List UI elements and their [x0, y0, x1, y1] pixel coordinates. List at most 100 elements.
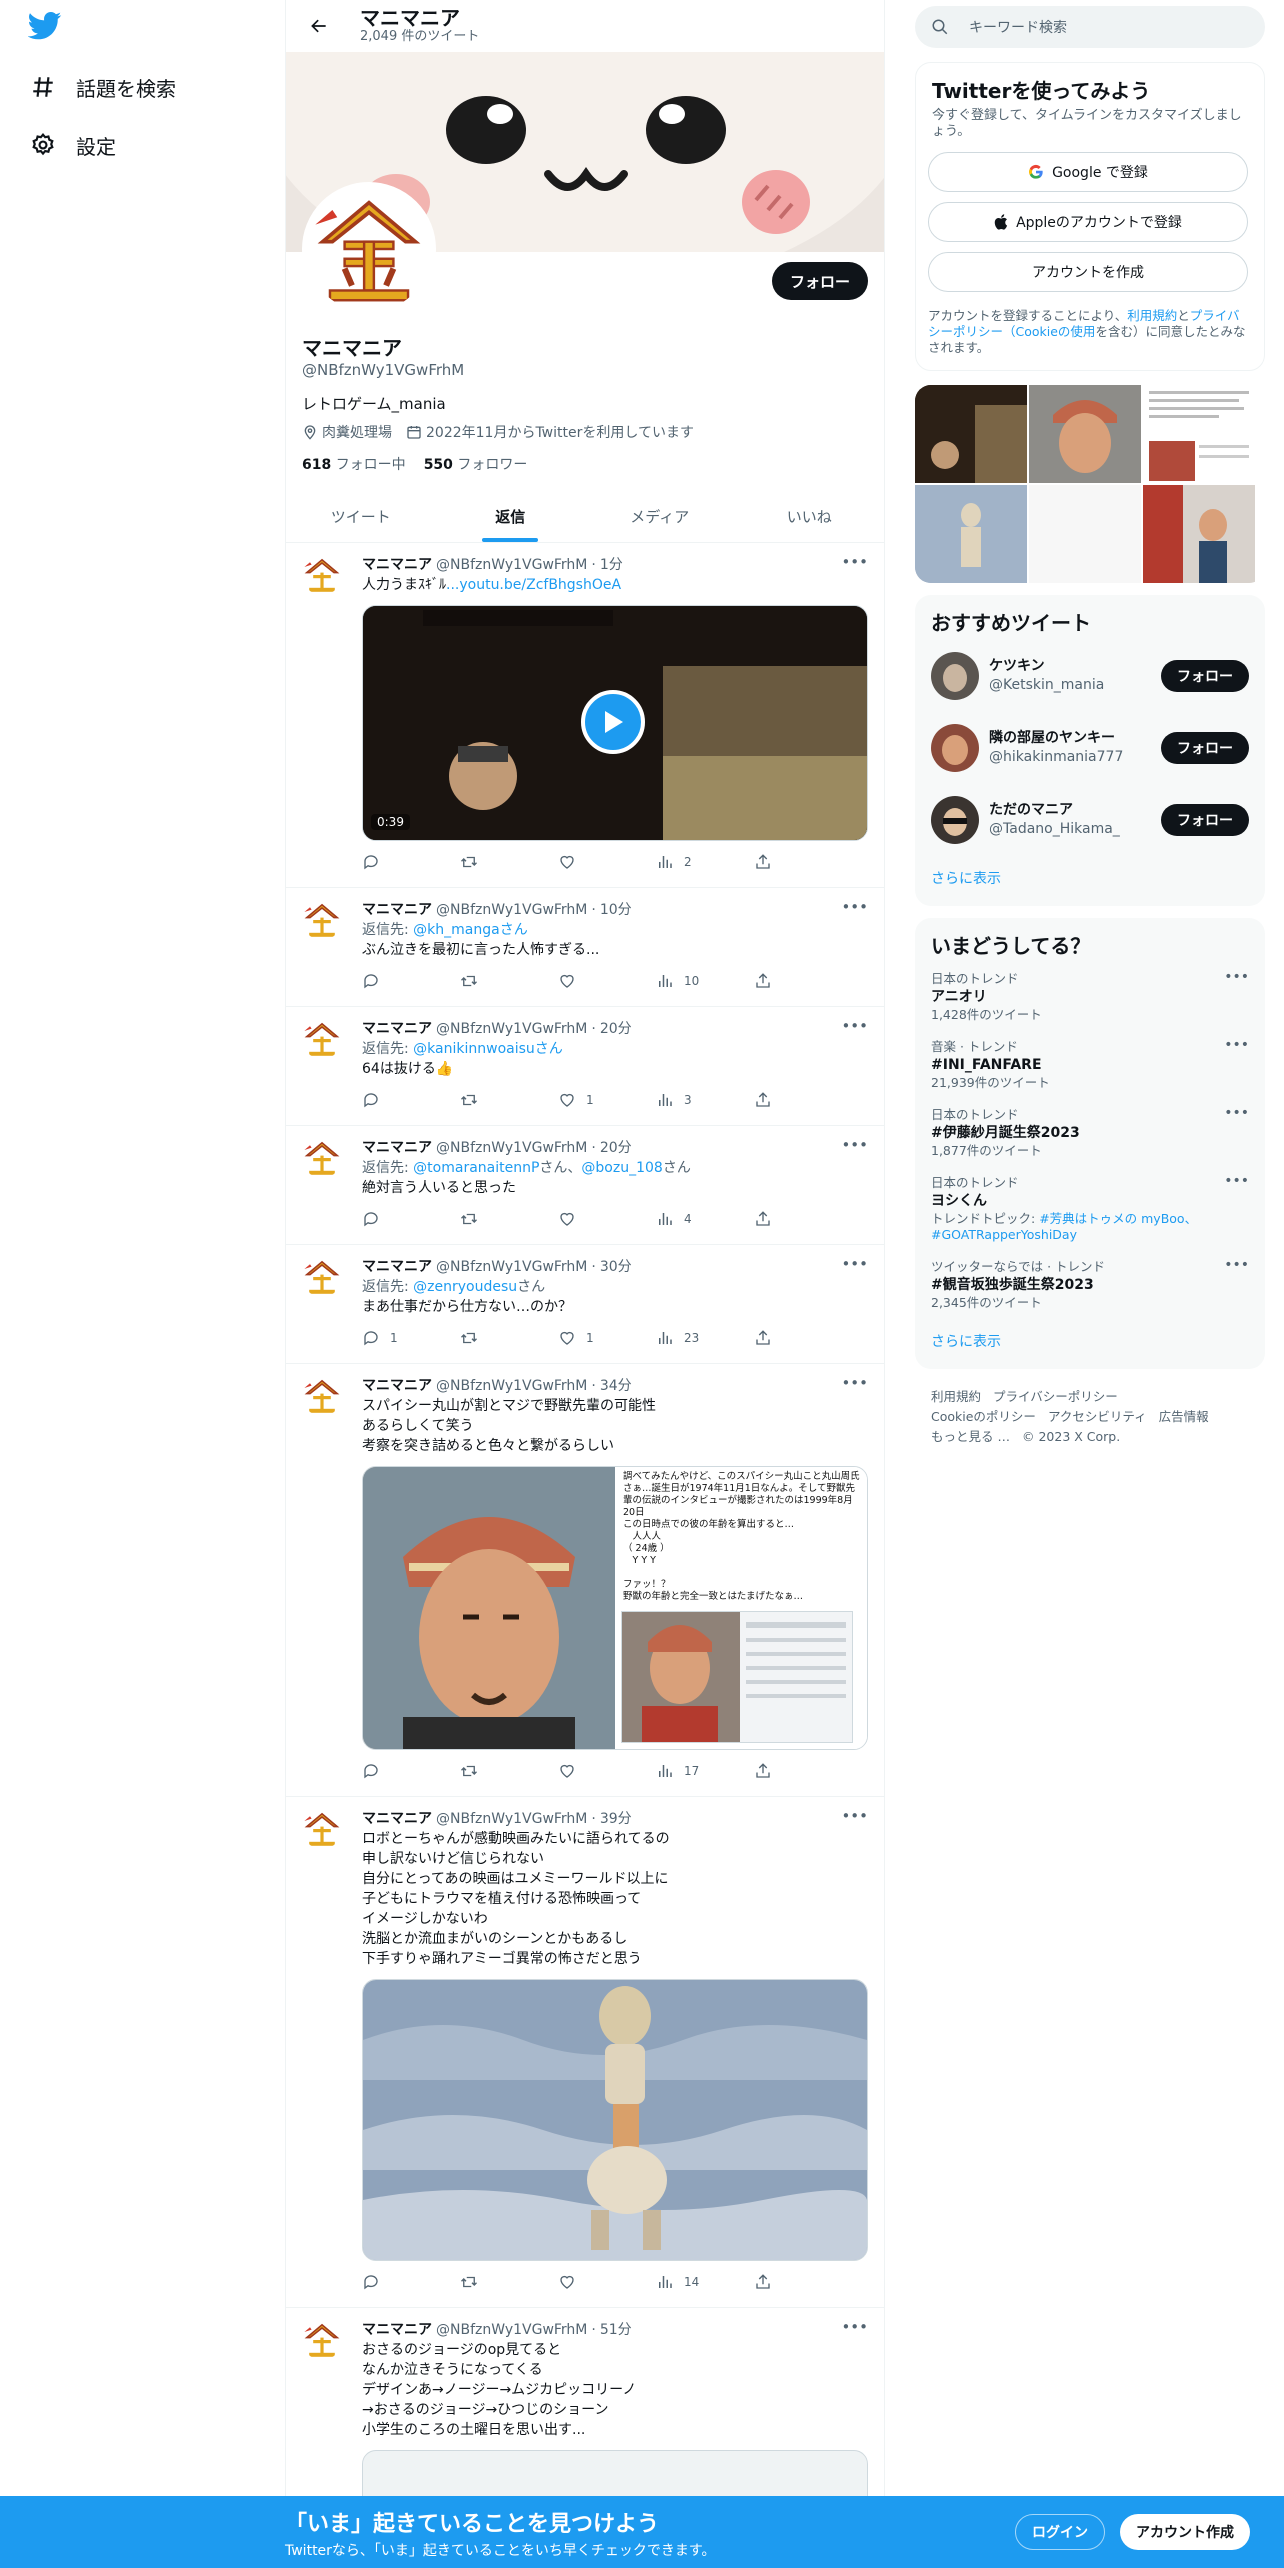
share-button[interactable] — [754, 1091, 852, 1109]
back-arrow-icon[interactable] — [302, 9, 336, 43]
tweet-time[interactable]: 30分 — [600, 1257, 632, 1277]
like-button[interactable] — [558, 2273, 656, 2291]
tweet[interactable]: マニマニア @NBfznWy1VGwFrhM · 20分 ••• 返信先: @toma… — [286, 1126, 884, 1245]
apple-signup-button[interactable]: Appleのアカウントで登録 — [928, 202, 1248, 242]
more-icon[interactable]: ••• — [841, 1136, 868, 1154]
avatar[interactable] — [931, 796, 979, 844]
share-button[interactable] — [754, 972, 852, 990]
footer-more[interactable]: もっと見る … — [931, 1429, 1010, 1444]
footer-privacy[interactable]: プライバシーポリシー — [993, 1389, 1118, 1404]
share-button[interactable] — [754, 1762, 852, 1780]
tweet-avatar[interactable] — [302, 900, 342, 940]
create-account-button[interactable]: アカウントを作成 — [928, 252, 1248, 292]
trend-item[interactable]: 日本のトレンド ヨシくん トレンドトピック: #芳典はトゥメの myBoo、#GO… — [915, 1167, 1265, 1251]
tweet-time[interactable]: 20分 — [600, 1019, 632, 1039]
trend-item[interactable]: 音楽 · トレンド #INI_FANFARE 21,939件のツイート ••• — [915, 1031, 1265, 1099]
profile-avatar[interactable] — [302, 182, 436, 316]
more-icon[interactable]: ••• — [1224, 1037, 1249, 1053]
more-icon[interactable]: ••• — [841, 898, 868, 916]
retweet-button[interactable] — [460, 853, 558, 871]
google-signup-button[interactable]: Google で登録 — [928, 152, 1248, 192]
tweet-author[interactable]: マニマニア — [362, 1138, 432, 1158]
media-thumb[interactable] — [1143, 485, 1255, 583]
media-thumb[interactable] — [915, 385, 1027, 483]
login-button[interactable]: ログイン — [1015, 2514, 1105, 2550]
tweet-author[interactable]: マニマニア — [362, 1376, 432, 1396]
tweet-handle[interactable]: @NBfznWy1VGwFrhM — [436, 1138, 587, 1158]
tweet-images[interactable]: 調べてみたんやけど、このスパイシー丸山こと丸山周氏さぁ…誕生日が1974年11月… — [362, 1466, 868, 1750]
share-button[interactable] — [754, 853, 852, 871]
tweet-author[interactable]: マニマニア — [362, 555, 432, 575]
views-button[interactable]: 4 — [656, 1210, 754, 1228]
views-button[interactable]: 17 — [656, 1762, 754, 1780]
nav-settings[interactable]: 設定 — [28, 123, 116, 167]
reply-button[interactable] — [362, 853, 460, 871]
tweet-avatar[interactable] — [302, 1257, 342, 1297]
following-link[interactable]: 618 フォロー中 — [302, 454, 406, 474]
footer-cookie[interactable]: Cookieのポリシー — [931, 1409, 1036, 1424]
more-icon[interactable]: ••• — [841, 553, 868, 571]
reply-to-link[interactable]: @zenryoudesu — [413, 1279, 517, 1295]
follow-user-button[interactable]: フォロー — [1161, 804, 1249, 836]
tweet-author[interactable]: マニマニア — [362, 1019, 432, 1039]
media-thumb[interactable] — [1029, 485, 1141, 583]
more-icon[interactable]: ••• — [841, 1017, 868, 1035]
tweet[interactable]: マニマニア @NBfznWy1VGwFrhM · 20分 ••• 返信先: @kani… — [286, 1007, 884, 1126]
tweet-image-text[interactable]: 調べてみたんやけど、このスパイシー丸山こと丸山周氏さぁ…誕生日が1974年11月… — [615, 1467, 867, 1749]
media-thumb[interactable] — [1029, 385, 1141, 483]
avatar[interactable] — [931, 724, 979, 772]
views-button[interactable]: 10 — [656, 972, 754, 990]
signup-button[interactable]: アカウント作成 — [1120, 2514, 1250, 2550]
trend-item[interactable]: ツイッターならでは · トレンド #観音坂独歩誕生祭2023 2,345件のツイート… — [915, 1251, 1265, 1319]
recommended-user[interactable]: 隣の部屋のヤンキー @hikakinmania777 フォロー — [915, 712, 1265, 784]
tab-media[interactable]: メディア — [585, 490, 735, 542]
views-button[interactable]: 3 — [656, 1091, 754, 1109]
tweet-time[interactable]: 20分 — [600, 1138, 632, 1158]
like-button[interactable]: 1 — [558, 1091, 656, 1109]
tweet-time[interactable]: 1分 — [600, 555, 623, 575]
retweet-button[interactable] — [460, 1210, 558, 1228]
like-button[interactable] — [558, 972, 656, 990]
tweet-avatar[interactable] — [302, 1019, 342, 1059]
nav-explore[interactable]: 話題を検索 — [28, 65, 176, 109]
tweet-handle[interactable]: @NBfznWy1VGwFrhM — [436, 2320, 587, 2340]
tweet-handle[interactable]: @NBfznWy1VGwFrhM — [436, 900, 587, 920]
reply-button[interactable] — [362, 1091, 460, 1109]
more-icon[interactable]: ••• — [841, 1255, 868, 1273]
tweet-video[interactable]: 0:39 — [362, 605, 868, 841]
more-icon[interactable]: ••• — [841, 2318, 868, 2336]
tweet-handle[interactable]: @NBfznWy1VGwFrhM — [436, 1257, 587, 1277]
like-button[interactable] — [558, 1210, 656, 1228]
retweet-button[interactable] — [460, 1091, 558, 1109]
tweet-avatar[interactable] — [302, 555, 342, 595]
recommended-user[interactable]: ケツキン @Ketskin_mania フォロー — [915, 640, 1265, 712]
retweet-button[interactable] — [460, 972, 558, 990]
tweet[interactable]: マニマニア @NBfznWy1VGwFrhM · 30分 ••• 返信先: @zenr… — [286, 1245, 884, 1364]
views-button[interactable]: 14 — [656, 2273, 754, 2291]
tweet-avatar[interactable] — [302, 1376, 342, 1416]
avatar[interactable] — [931, 652, 979, 700]
like-button[interactable] — [558, 853, 656, 871]
share-button[interactable] — [754, 1329, 852, 1347]
show-more-link[interactable]: さらに表示 — [915, 856, 1265, 906]
tweet-image-person[interactable] — [363, 1467, 615, 1749]
twitter-logo-icon[interactable] — [27, 12, 64, 44]
tweet-time[interactable]: 34分 — [600, 1376, 632, 1396]
reply-button[interactable] — [362, 1210, 460, 1228]
tweet[interactable]: マニマニア @NBfznWy1VGwFrhM · 34分 ••• スパイシー丸山が割と… — [286, 1364, 884, 1797]
reply-button[interactable] — [362, 2273, 460, 2291]
tweet-link[interactable]: ...youtu.be/ZcfBhgshOeA — [446, 577, 621, 593]
follow-user-button[interactable]: フォロー — [1161, 732, 1249, 764]
tweet[interactable]: マニマニア @NBfznWy1VGwFrhM · 39分 ••• ロボとーちゃんが感動… — [286, 1797, 884, 2308]
more-icon[interactable]: ••• — [841, 1374, 868, 1392]
retweet-button[interactable] — [460, 2273, 558, 2291]
retweet-button[interactable] — [460, 1762, 558, 1780]
tweet-time[interactable]: 10分 — [600, 900, 632, 920]
search-input[interactable]: キーワード検索 — [915, 6, 1265, 48]
tweet-handle[interactable]: @NBfznWy1VGwFrhM — [436, 1809, 587, 1829]
tweet-author[interactable]: マニマニア — [362, 2320, 432, 2340]
tab-replies[interactable]: 返信 — [436, 490, 586, 542]
trend-item[interactable]: 日本のトレンド #伊藤紗月誕生祭2023 1,877件のツイート ••• — [915, 1099, 1265, 1167]
reply-to-link[interactable]: @kh_manga — [413, 922, 500, 938]
retweet-button[interactable] — [460, 1329, 558, 1347]
